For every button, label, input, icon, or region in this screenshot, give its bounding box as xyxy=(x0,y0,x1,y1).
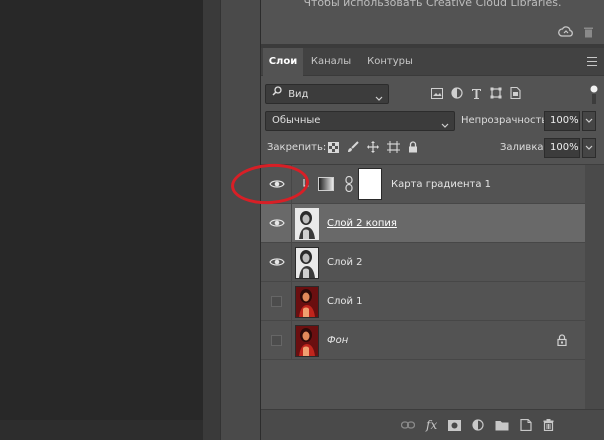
layers-bottom-toolbar: fx xyxy=(261,409,604,440)
visibility-divider xyxy=(291,282,292,321)
layer-row-selected[interactable]: Слой 2 копия xyxy=(261,204,585,243)
lock-position-icon[interactable] xyxy=(367,141,379,153)
tab-layers[interactable]: Слои xyxy=(263,48,303,76)
layer-name[interactable]: Слой 2 копия xyxy=(327,204,397,243)
eye-icon[interactable] xyxy=(269,254,285,270)
opacity-label: Непрозрачность: xyxy=(461,115,551,126)
filter-kind-select[interactable]: Вид xyxy=(265,84,389,104)
lock-image-icon[interactable] xyxy=(347,141,359,153)
layer-filter-row: Вид xyxy=(261,84,604,106)
layer-name[interactable]: Слой 1 xyxy=(327,282,363,321)
layer-thumbnail[interactable] xyxy=(295,208,319,240)
new-layer-icon[interactable] xyxy=(520,419,532,431)
gradient-map-icon xyxy=(318,177,334,194)
panel-tab-bar: Слои Каналы Контуры xyxy=(261,48,604,76)
smart-object-filter-icon[interactable] xyxy=(510,87,521,99)
lock-icons xyxy=(328,141,418,153)
status-bar xyxy=(0,420,203,440)
search-icon xyxy=(272,85,282,103)
blend-mode-label: Обычные xyxy=(272,115,321,126)
eye-icon[interactable] xyxy=(269,215,285,231)
lock-row: Закрепить: Заливка: 100% xyxy=(261,138,604,160)
layer-name[interactable]: Карта градиента 1 xyxy=(391,165,491,204)
panel-menu-icon[interactable] xyxy=(587,57,597,66)
document-canvas[interactable] xyxy=(0,0,203,440)
fill-label: Заливка: xyxy=(500,142,547,153)
collapsed-panel-dock xyxy=(220,0,261,440)
filter-kind-label: Вид xyxy=(288,89,309,100)
bottom-toolbar-icons: fx xyxy=(401,418,554,432)
tab-channels[interactable]: Каналы xyxy=(305,48,357,76)
link-layers-icon[interactable] xyxy=(401,420,415,430)
layer-row-gradient-map[interactable]: Карта градиента 1 xyxy=(261,165,585,204)
layer-mask-thumbnail[interactable] xyxy=(358,168,382,200)
type-layer-filter-icon[interactable] xyxy=(471,88,482,99)
new-adjustment-icon[interactable] xyxy=(472,419,484,431)
fill-dropdown[interactable] xyxy=(582,138,596,158)
layers-scrollbar[interactable] xyxy=(585,165,604,409)
libraries-toolbar xyxy=(558,26,594,38)
delete-layer-icon[interactable] xyxy=(543,419,554,431)
layers-panel: Чтобы использовать Creative Cloud Librar… xyxy=(261,0,604,440)
opacity-dropdown[interactable] xyxy=(582,111,596,131)
opacity-input[interactable]: 100% xyxy=(544,111,580,131)
layer-row[interactable]: Слой 1 xyxy=(261,282,585,321)
layer-row-background[interactable]: Фон xyxy=(261,321,585,360)
panel-dock-gutter xyxy=(203,0,220,440)
lock-transparent-icon[interactable] xyxy=(328,141,339,153)
chain-link-icon[interactable] xyxy=(345,175,353,195)
filter-type-icons xyxy=(431,87,521,99)
visibility-divider xyxy=(291,321,292,360)
layer-thumbnail[interactable] xyxy=(295,325,319,357)
fill-input[interactable]: 100% xyxy=(544,138,580,158)
lock-all-icon[interactable] xyxy=(408,141,418,153)
creative-cloud-sync-icon[interactable] xyxy=(558,26,574,38)
visibility-divider xyxy=(291,204,292,243)
adjustment-layer-filter-icon[interactable] xyxy=(451,87,463,99)
layer-name[interactable]: Слой 2 xyxy=(327,243,363,282)
visibility-divider xyxy=(291,243,292,282)
trash-icon[interactable] xyxy=(583,26,594,38)
layer-row[interactable]: Слой 2 xyxy=(261,243,585,282)
layer-name[interactable]: Фон xyxy=(327,321,348,360)
layer-thumbnail[interactable] xyxy=(295,286,319,318)
blend-mode-select[interactable]: Обычные xyxy=(265,111,455,131)
lock-artboard-icon[interactable] xyxy=(387,141,400,153)
fx-icon[interactable]: fx xyxy=(426,418,437,432)
add-mask-icon[interactable] xyxy=(448,419,462,431)
filter-toggle-switch[interactable] xyxy=(590,85,598,105)
shape-layer-filter-icon[interactable] xyxy=(490,87,502,99)
visibility-off-box[interactable] xyxy=(271,296,282,307)
visibility-off-box[interactable] xyxy=(271,335,282,346)
layer-thumbnail[interactable] xyxy=(295,247,319,279)
lock-label: Закрепить: xyxy=(267,142,327,153)
blend-row: Обычные Непрозрачность: 100% xyxy=(261,111,604,133)
chevron-down-icon xyxy=(441,118,449,136)
new-group-icon[interactable] xyxy=(495,420,509,431)
pixel-layer-filter-icon[interactable] xyxy=(431,87,443,99)
tab-paths[interactable]: Контуры xyxy=(359,48,421,76)
chevron-down-icon xyxy=(375,91,383,109)
lock-icon xyxy=(557,334,567,349)
libraries-message: Чтобы использовать Creative Cloud Librar… xyxy=(303,0,562,9)
